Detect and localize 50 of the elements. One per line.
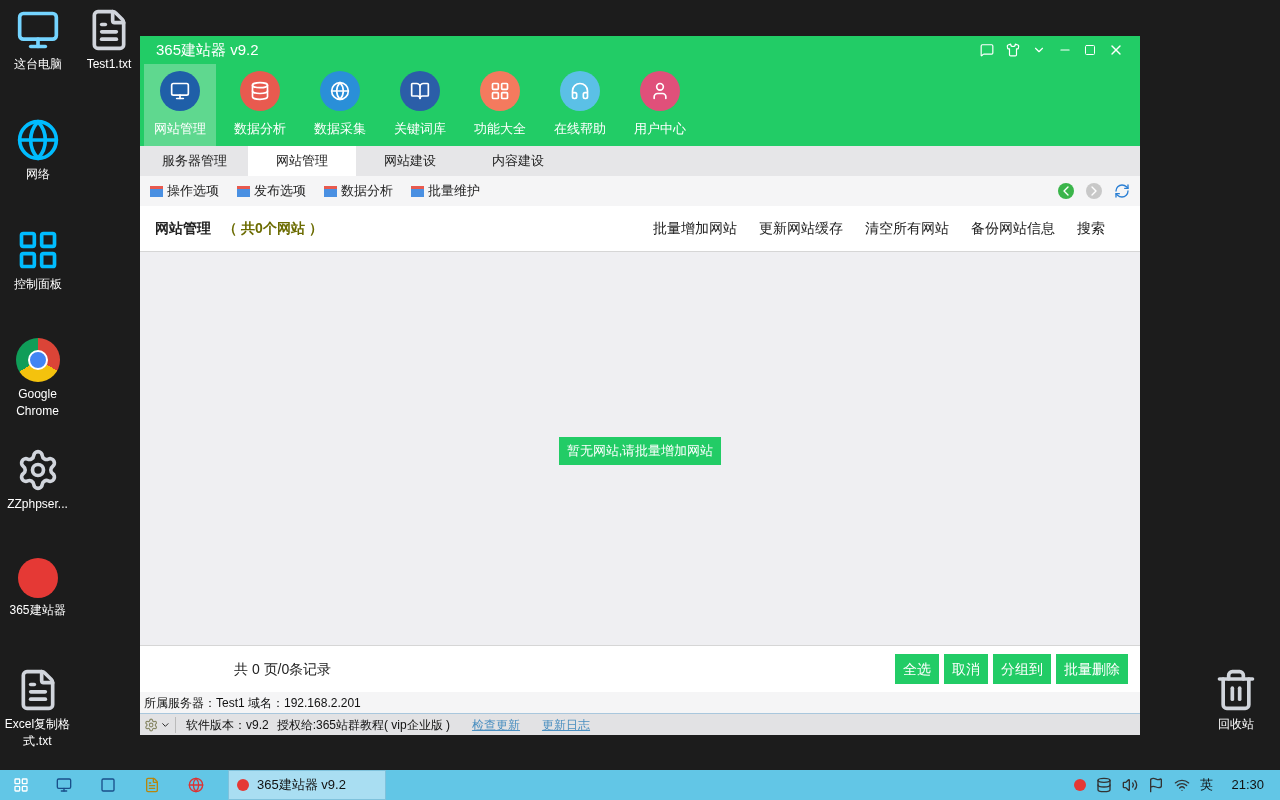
input-method[interactable]: 英 [1200,775,1214,795]
desktop-icon-label[interactable]: Google Chrome [0,386,75,420]
tab[interactable]: 内容建设 [464,146,572,176]
tab[interactable]: 网站管理 [248,146,356,176]
taskbar-window-button[interactable]: 365建站器 v9.2 [228,770,386,800]
feedback-icon[interactable] [980,43,994,57]
apple-icon[interactable] [1074,779,1087,791]
desktop-icon-label[interactable]: Test1.txt [86,56,132,73]
header-link[interactable]: 清空所有网站 [865,218,949,239]
apple-icon [17,558,58,598]
toolbar-item[interactable]: 发布选项 [237,181,306,201]
header-link[interactable]: 批量增加网站 [653,218,737,239]
network-icon[interactable] [1174,777,1191,793]
license-text: 授权给:365站群教程( vip企业版 ) [276,716,451,734]
tab[interactable]: 服务器管理 [140,146,248,176]
forward-icon[interactable] [1086,183,1102,199]
header-link[interactable]: 搜索 [1077,218,1105,239]
browser-icon[interactable] [188,777,204,793]
speaker-icon[interactable] [1122,777,1139,793]
server-info: 所属服务器：Test1 域名：192.168.2.201 [144,694,361,712]
section-title: 网站管理 [155,219,211,238]
desktop-icon-label[interactable]: Excel复制格式.txt [0,716,75,750]
website-count: （ 共0个网站 ） [223,219,323,238]
shirt-icon[interactable] [1006,43,1020,57]
desktop-icon-label[interactable]: 控制面板 [13,276,62,293]
window-title: 365建站器 v9.2 [156,39,259,60]
desktop-icon-label[interactable]: 网络 [25,166,50,183]
device-icon[interactable] [1096,777,1113,793]
pager-text: 共 0 页/0条记录 [234,659,332,679]
clock[interactable]: 21:30 [1231,775,1264,795]
apple-icon [237,779,249,791]
flag-icon[interactable] [1148,777,1165,793]
desktop-icon-label[interactable]: ZZphpser... [7,496,68,513]
desktop-icon-label[interactable]: 回收站 [1217,716,1254,733]
computer-icon[interactable] [56,777,72,793]
version-text: 软件版本：v9.2 [186,716,269,734]
toolbar-item[interactable]: 批量维护 [411,181,480,201]
maximize-icon[interactable] [1084,44,1096,56]
back-icon[interactable] [1058,183,1074,199]
globe-icon [15,118,60,162]
desktop-icon-label[interactable]: 这台电脑 [13,56,62,73]
header-link[interactable]: 备份网站信息 [971,218,1055,239]
toolbar-item[interactable]: 操作选项 [150,181,219,201]
desktop-icon-label[interactable]: 365建站器 [9,602,66,619]
header-link[interactable]: 更新网站缓存 [759,218,843,239]
refresh-icon[interactable] [1114,183,1130,199]
tab[interactable]: 网站建设 [356,146,464,176]
toolbar-item[interactable]: 数据分析 [324,181,393,201]
browser-icon [15,338,60,382]
start-icon[interactable] [13,777,29,793]
